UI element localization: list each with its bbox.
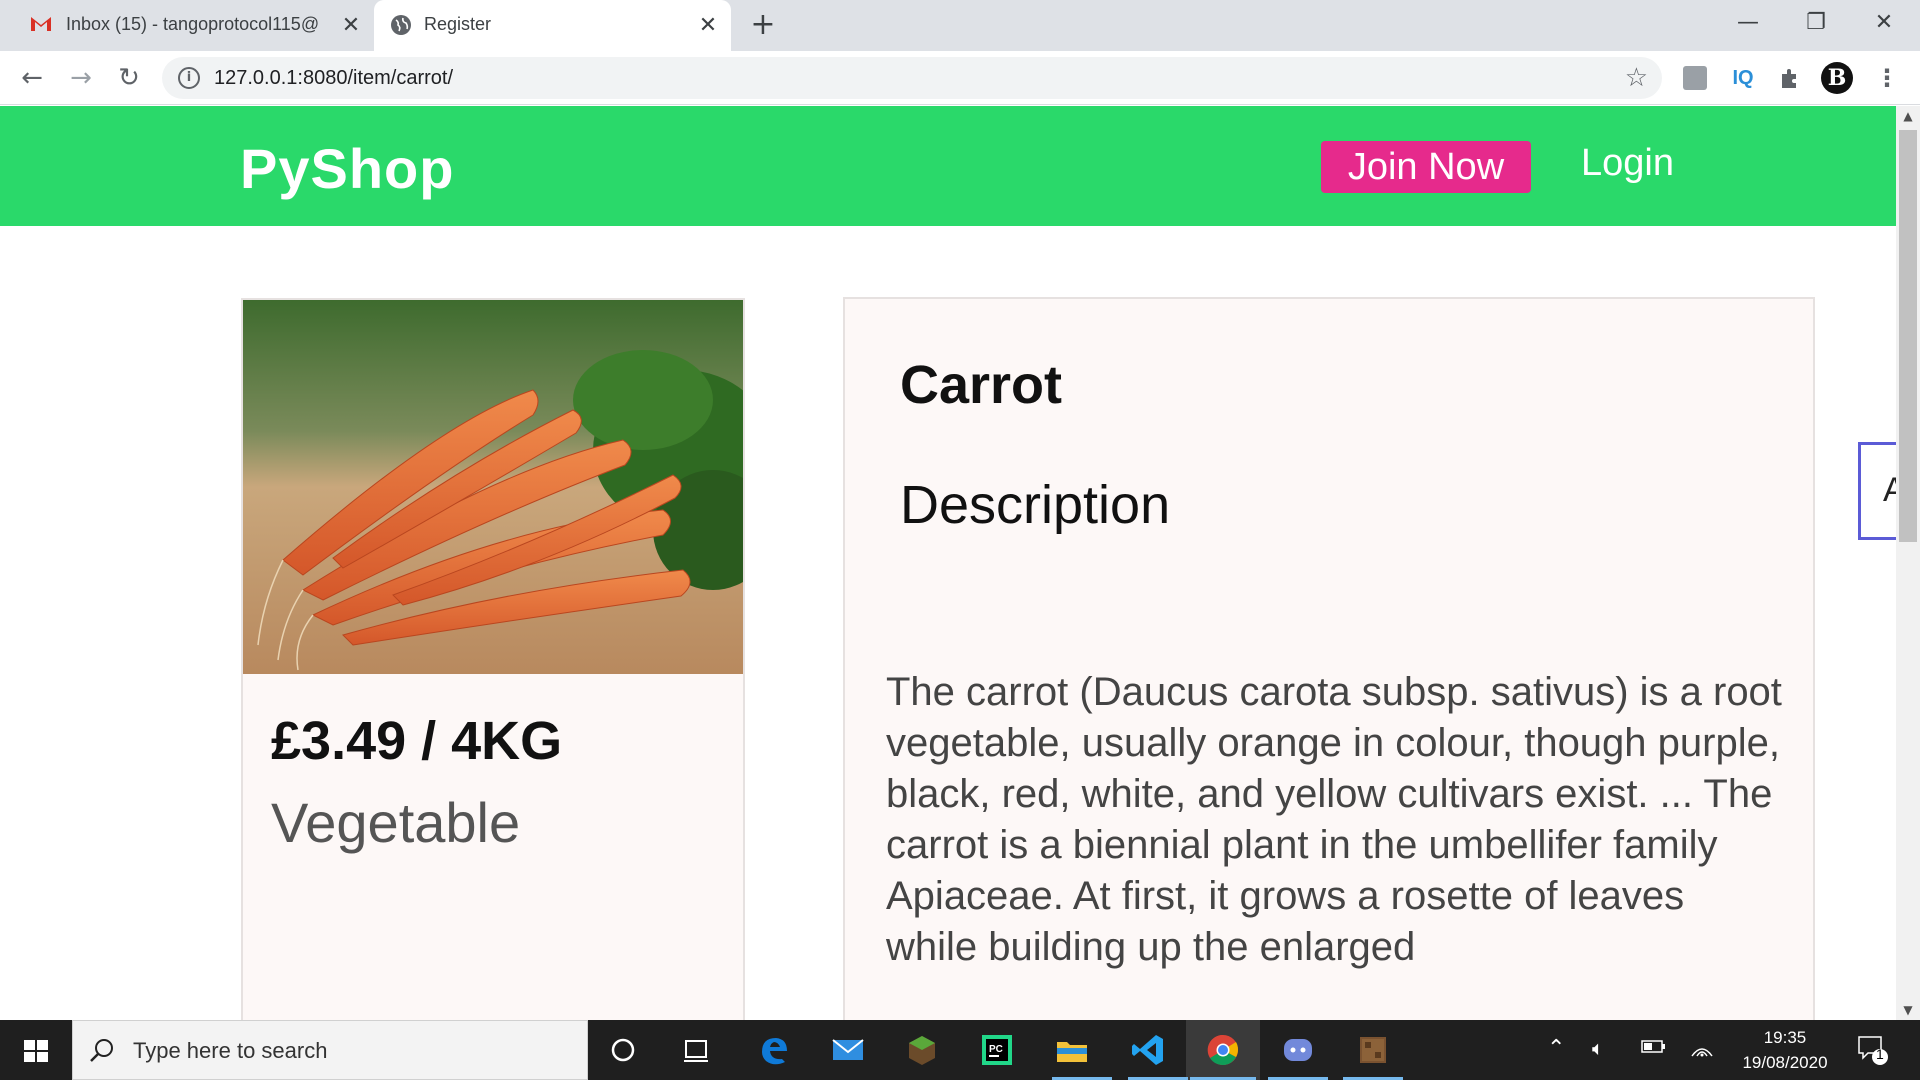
- chrome-icon[interactable]: [1203, 1030, 1243, 1070]
- wifi-icon[interactable]: [1690, 1036, 1714, 1064]
- forward-icon[interactable]: →: [66, 63, 96, 93]
- menu-kebab-icon[interactable]: ⋮: [1872, 63, 1902, 93]
- side-widget-label: A: [1883, 471, 1896, 509]
- iq-extension-icon[interactable]: IQ: [1728, 63, 1758, 93]
- file-explorer-icon[interactable]: [1052, 1030, 1092, 1070]
- tab-title: Register: [424, 14, 492, 34]
- taskbar-search-box[interactable]: Type here to search: [72, 1020, 588, 1080]
- cortana-icon[interactable]: [603, 1030, 643, 1070]
- edge-icon[interactable]: [754, 1030, 794, 1070]
- discord-icon[interactable]: [1278, 1030, 1318, 1070]
- tab-register[interactable]: Register ✕: [374, 0, 731, 51]
- browser-tab-bar: Inbox (15) - tangoprotocol115@ ✕ Registe…: [0, 0, 1920, 51]
- restore-icon[interactable]: ❐: [1796, 8, 1836, 38]
- start-button[interactable]: [0, 1020, 72, 1080]
- scroll-up-icon[interactable]: ▲: [1896, 106, 1920, 126]
- url-text[interactable]: 127.0.0.1:8080/item/carrot/: [214, 67, 453, 90]
- pycharm-icon[interactable]: PC: [977, 1030, 1017, 1070]
- tab-inbox[interactable]: Inbox (15) - tangoprotocol115@ ✕: [0, 0, 374, 51]
- description-heading: Description: [900, 475, 1171, 535]
- new-tab-button[interactable]: +: [748, 10, 778, 40]
- close-window-icon[interactable]: ✕: [1864, 8, 1904, 38]
- browser-toolbar: ← → ↻ i 127.0.0.1:8080/item/carrot/ ☆ IQ…: [0, 51, 1920, 105]
- extension-icon[interactable]: [1680, 63, 1710, 93]
- description-text: The carrot (Daucus carota subsp. sativus…: [886, 670, 1782, 969]
- show-hidden-icons-icon[interactable]: ⌃: [1547, 1036, 1565, 1061]
- vscode-icon[interactable]: [1128, 1030, 1168, 1070]
- notification-count-badge: 1: [1876, 1046, 1884, 1062]
- bookmark-star-icon[interactable]: ☆: [1625, 63, 1648, 93]
- back-icon[interactable]: ←: [17, 63, 47, 93]
- scrollbar-thumb[interactable]: [1899, 130, 1917, 542]
- volume-icon[interactable]: 🔈︎: [1592, 1036, 1604, 1060]
- clock-time: 19:35: [1763, 1028, 1807, 1047]
- page-viewport: PyShop Join Now Login £3.49 / 4KG Vegeta…: [0, 106, 1896, 1020]
- product-card: £3.49 / 4KG Vegetable: [241, 298, 745, 1020]
- vertical-scrollbar[interactable]: ▲ ▼: [1896, 106, 1920, 1020]
- product-name: Carrot: [900, 355, 1063, 415]
- mail-icon[interactable]: [828, 1030, 868, 1070]
- product-price: £3.49 / 4KG: [271, 711, 563, 771]
- battery-icon[interactable]: [1640, 1036, 1666, 1062]
- windows-logo-icon: [24, 1040, 48, 1062]
- site-logo[interactable]: PyShop: [240, 136, 454, 201]
- globe-icon: [391, 15, 411, 35]
- product-detail-card: Carrot Description The carrot (Daucus ca…: [843, 297, 1815, 1020]
- minecraft-icon[interactable]: [902, 1030, 942, 1070]
- clock-date: 19/08/2020: [1742, 1053, 1828, 1072]
- task-view-icon[interactable]: [676, 1030, 716, 1070]
- join-now-button[interactable]: Join Now: [1321, 141, 1531, 193]
- tab-title: Inbox (15) - tangoprotocol115@: [66, 14, 320, 34]
- info-icon[interactable]: i: [178, 67, 200, 89]
- product-image: [243, 300, 743, 674]
- reload-icon[interactable]: ↻: [114, 63, 144, 93]
- search-icon: [90, 1039, 113, 1062]
- site-header: PyShop Join Now Login: [0, 106, 1896, 226]
- scroll-down-icon[interactable]: ▼: [1896, 1000, 1920, 1020]
- action-center-icon[interactable]: 1: [1856, 1032, 1890, 1074]
- product-category: Vegetable: [271, 791, 521, 854]
- gmail-icon: [31, 17, 51, 31]
- side-widget-tab[interactable]: A: [1858, 442, 1896, 540]
- taskbar-clock[interactable]: 19:35 19/08/2020: [1740, 1025, 1830, 1075]
- windows-taskbar: Type here to search PC ⌃ 🔈︎ 19:35 19/08/…: [0, 1020, 1920, 1080]
- minimize-icon[interactable]: —: [1728, 8, 1768, 38]
- minecraft-launcher-icon[interactable]: [1353, 1030, 1393, 1070]
- profile-avatar[interactable]: B: [1821, 62, 1853, 94]
- puzzle-extensions-icon[interactable]: [1775, 63, 1805, 93]
- close-tab-icon[interactable]: ✕: [338, 12, 364, 38]
- search-placeholder: Type here to search: [133, 1038, 328, 1063]
- svg-text:PC: PC: [989, 1044, 1003, 1055]
- login-link[interactable]: Login: [1581, 142, 1674, 185]
- address-bar[interactable]: i 127.0.0.1:8080/item/carrot/ ☆: [162, 57, 1662, 99]
- close-tab-icon[interactable]: ✕: [695, 12, 721, 38]
